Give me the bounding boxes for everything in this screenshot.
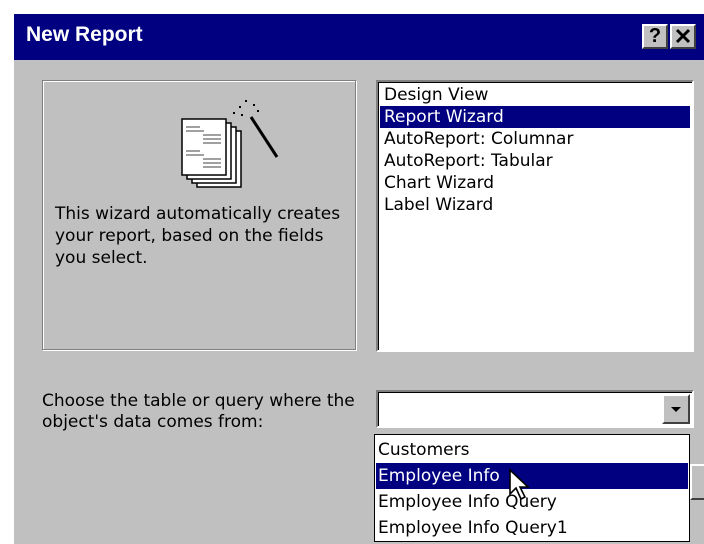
list-item-design-view[interactable]: Design View: [380, 84, 690, 106]
wizard-description: This wizard automatically creates your r…: [55, 204, 341, 268]
list-item-label-wizard[interactable]: Label Wizard: [380, 194, 690, 216]
list-item-chart-wizard[interactable]: Chart Wizard: [380, 172, 690, 194]
window-title: New Report: [26, 23, 143, 46]
report-wizard-icon: [181, 100, 279, 188]
dropdown-option-employee-info-query1[interactable]: Employee Info Query1: [376, 515, 688, 541]
list-item-report-wizard[interactable]: Report Wizard: [380, 106, 690, 128]
dropdown-button[interactable]: [662, 394, 690, 424]
source-combobox[interactable]: [376, 390, 694, 428]
chevron-down-icon: [671, 407, 681, 412]
new-report-dialog: New Report ? This wizard automatically c…: [0, 0, 704, 544]
list-item-autoreport-tabular[interactable]: AutoReport: Tabular: [380, 150, 690, 172]
window-top-edge: [0, 0, 704, 14]
partial-button-edge[interactable]: [690, 464, 704, 500]
list-item-autoreport-columnar[interactable]: AutoReport: Columnar: [380, 128, 690, 150]
dropdown-option-customers[interactable]: Customers: [376, 437, 688, 463]
window-left-edge: [0, 0, 14, 544]
close-button[interactable]: [670, 24, 696, 49]
source-prompt-label: Choose the table or query where the obje…: [42, 391, 355, 432]
help-button[interactable]: ?: [642, 24, 668, 49]
mouse-pointer-icon: [509, 468, 531, 501]
close-icon: [675, 28, 691, 44]
report-type-list[interactable]: Design View Report Wizard AutoReport: Co…: [376, 80, 694, 352]
wizard-preview-panel: This wizard automatically creates your r…: [42, 80, 356, 350]
title-bar[interactable]: New Report ?: [14, 14, 704, 60]
